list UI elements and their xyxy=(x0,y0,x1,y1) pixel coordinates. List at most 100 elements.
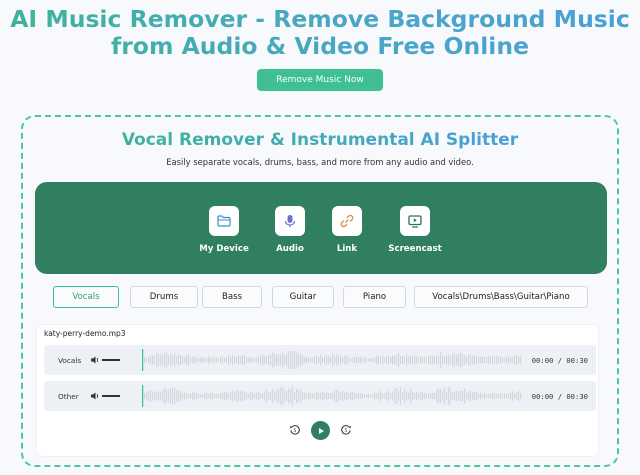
rewind-button[interactable]: 5 xyxy=(289,424,301,436)
waveform-bar xyxy=(262,354,264,366)
tab-guitar[interactable]: Guitar xyxy=(272,286,334,308)
forward-button[interactable]: 5 xyxy=(340,424,352,436)
waveform-bar xyxy=(234,355,236,365)
waveform-bar xyxy=(312,393,314,399)
waveform-bar xyxy=(220,356,222,364)
waveform-bar xyxy=(346,391,348,401)
volume-slider[interactable] xyxy=(102,359,120,361)
waveform-bar xyxy=(174,387,176,405)
waveform[interactable] xyxy=(142,349,522,371)
waveform-bar xyxy=(214,394,216,398)
waveform-bar xyxy=(408,392,410,400)
waveform-bar xyxy=(416,391,418,401)
waveform-bar xyxy=(144,392,146,400)
tab-vocals[interactable]: Vocals xyxy=(53,286,119,308)
waveform-bar xyxy=(500,393,502,399)
waveform-bar xyxy=(198,357,200,363)
waveform-bar xyxy=(390,392,392,400)
waveform-bar xyxy=(500,356,502,364)
tab-piano[interactable]: Piano xyxy=(343,286,406,308)
source-link[interactable]: Link xyxy=(315,206,379,254)
waveform-bar xyxy=(366,394,368,398)
waveform-bar xyxy=(264,356,266,364)
waveform-bar xyxy=(482,356,484,364)
waveform-bar xyxy=(456,391,458,401)
waveform-bar xyxy=(478,393,480,399)
waveform-bar xyxy=(242,391,244,401)
volume-icon[interactable] xyxy=(90,355,100,365)
waveform-bar xyxy=(152,392,154,400)
waveform-bar xyxy=(486,357,488,363)
waveform-bar xyxy=(518,356,520,364)
waveform-bar xyxy=(484,392,486,400)
waveform-bar xyxy=(432,355,434,365)
source-my-device[interactable]: My Device xyxy=(192,206,256,254)
waveform-bar xyxy=(210,392,212,400)
waveform-bar xyxy=(474,355,476,365)
play-button[interactable] xyxy=(311,421,330,440)
waveform-bar xyxy=(414,355,416,365)
waveform-bar xyxy=(504,393,506,399)
waveform-bar xyxy=(456,354,458,366)
current-time: 00:00 xyxy=(531,392,554,401)
waveform-bar xyxy=(204,357,206,363)
tab-drums[interactable]: Drums xyxy=(130,286,198,308)
waveform-bar xyxy=(314,356,316,364)
waveform-bar xyxy=(246,357,248,363)
waveform-bar xyxy=(494,393,496,399)
waveform-bar xyxy=(324,393,326,399)
audio-player: katy-perry-demo.mp3 Vocals 00:00 / 00:30… xyxy=(36,324,599,457)
waveform-bar xyxy=(448,354,450,366)
waveform-bar xyxy=(260,356,262,364)
waveform-bar xyxy=(470,391,472,401)
waveform-bar xyxy=(296,388,298,404)
waveform-bar xyxy=(280,387,282,405)
waveform-bar xyxy=(370,394,372,398)
waveform-bar xyxy=(302,392,304,400)
waveform-bar xyxy=(508,393,510,399)
waveform-bar xyxy=(470,355,472,365)
waveform-bar xyxy=(300,354,302,366)
waveform-bar xyxy=(364,356,366,364)
waveform-bar xyxy=(322,391,324,401)
waveform-bar xyxy=(230,392,232,400)
waveform[interactable] xyxy=(142,385,522,407)
waveform-bar xyxy=(192,356,194,364)
waveform-bar xyxy=(322,357,324,363)
waveform-bar xyxy=(202,356,204,364)
waveform-bar xyxy=(464,388,466,404)
waveform-bar xyxy=(154,356,156,364)
waveform-bar xyxy=(430,393,432,399)
waveform-bar xyxy=(336,353,338,367)
waveform-bar xyxy=(340,392,342,400)
waveform-bar xyxy=(480,392,482,400)
waveform-bar xyxy=(310,393,312,399)
waveform-bar xyxy=(400,387,402,405)
playhead[interactable] xyxy=(142,349,144,371)
volume-icon[interactable] xyxy=(90,391,100,401)
waveform-bar xyxy=(492,392,494,400)
volume-slider[interactable] xyxy=(102,395,120,397)
waveform-bar xyxy=(408,356,410,364)
waveform-bar xyxy=(180,354,182,366)
waveform-bar xyxy=(172,387,174,405)
waveform-bar xyxy=(284,390,286,402)
waveform-bar xyxy=(242,354,244,366)
waveform-bar xyxy=(508,356,510,364)
waveform-bar xyxy=(304,357,306,363)
playhead[interactable] xyxy=(142,385,144,407)
waveform-bar xyxy=(384,393,386,399)
page-title-line-1: AI Music Remover - Remove Background Mus… xyxy=(10,5,630,33)
waveform-bar xyxy=(236,356,238,364)
waveform-bar xyxy=(316,356,318,364)
source-screencast[interactable]: Screencast xyxy=(383,206,447,254)
upload-area[interactable]: My Device Audio Link Screencast xyxy=(35,182,607,274)
waveform-bar xyxy=(146,357,148,363)
remove-music-button[interactable]: Remove Music Now xyxy=(257,69,383,91)
tab-all-stems[interactable]: Vocals\Drums\Bass\Guitar\Piano xyxy=(414,286,588,308)
source-audio[interactable]: Audio xyxy=(258,206,322,254)
waveform-bar xyxy=(412,392,414,400)
waveform-bar xyxy=(288,351,290,369)
waveform-bar xyxy=(410,388,412,404)
tab-bass[interactable]: Bass xyxy=(202,286,262,308)
